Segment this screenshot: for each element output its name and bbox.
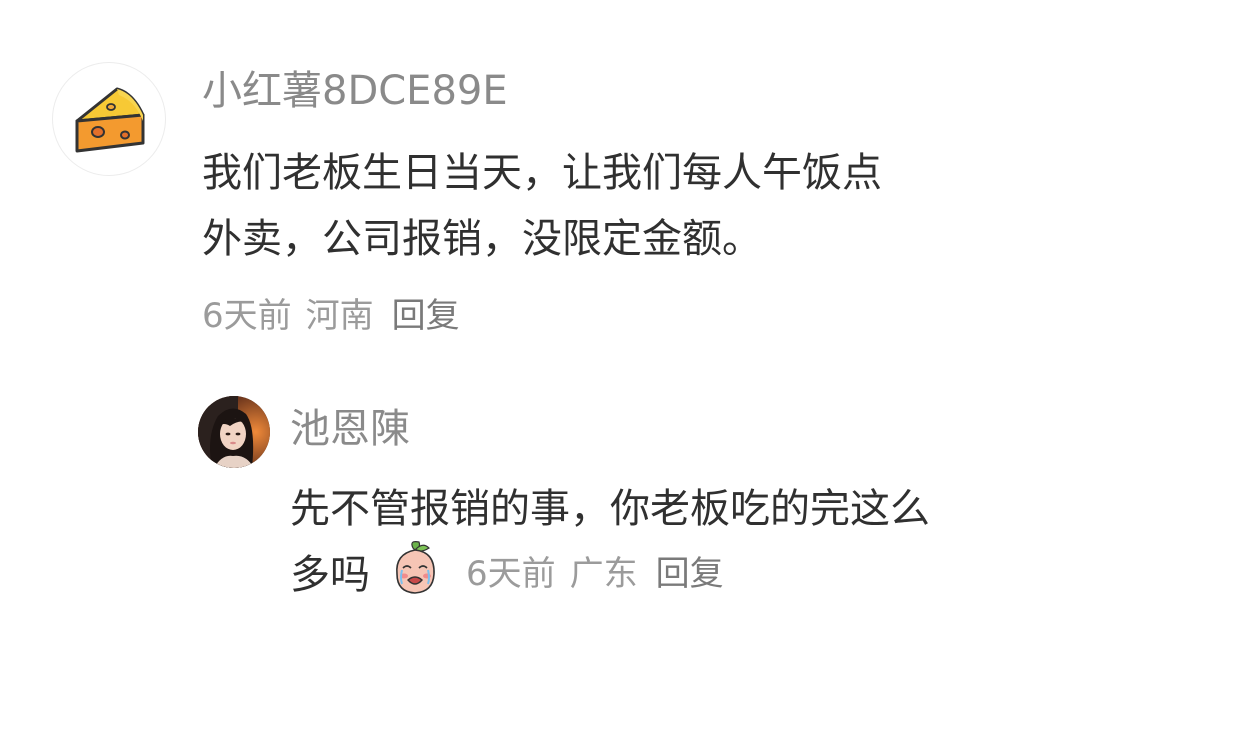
comment-meta: 6天前 河南 回复 <box>202 294 460 338</box>
cheese-icon <box>75 87 145 153</box>
reply-meta: 6天前 广东 回复 <box>466 552 724 596</box>
reply-button[interactable]: 回复 <box>656 552 724 596</box>
reply-text-line: 先不管报销的事，你老板吃的完这么 <box>290 486 930 532</box>
comment-text-line: 我们老板生日当天，让我们每人午饭点 <box>202 150 882 196</box>
comment-username[interactable]: 小红薯8DCE89E <box>202 67 508 115</box>
comment-location: 河南 <box>305 296 374 336</box>
reply-button[interactable]: 回复 <box>392 294 460 338</box>
reply-username[interactable]: 池恩陳 <box>290 405 410 453</box>
reply-time: 6天前 <box>466 554 556 594</box>
reply-text-line: 多吗 <box>290 552 370 598</box>
crying-peach-sticker-icon <box>389 540 441 596</box>
comment-text-line: 外卖，公司报销，没限定金额。 <box>202 216 762 262</box>
avatar[interactable] <box>198 396 270 468</box>
comment-time: 6天前 <box>202 296 292 336</box>
user-photo-avatar <box>198 396 270 468</box>
reply-location: 广东 <box>569 554 638 594</box>
avatar[interactable] <box>52 62 166 176</box>
